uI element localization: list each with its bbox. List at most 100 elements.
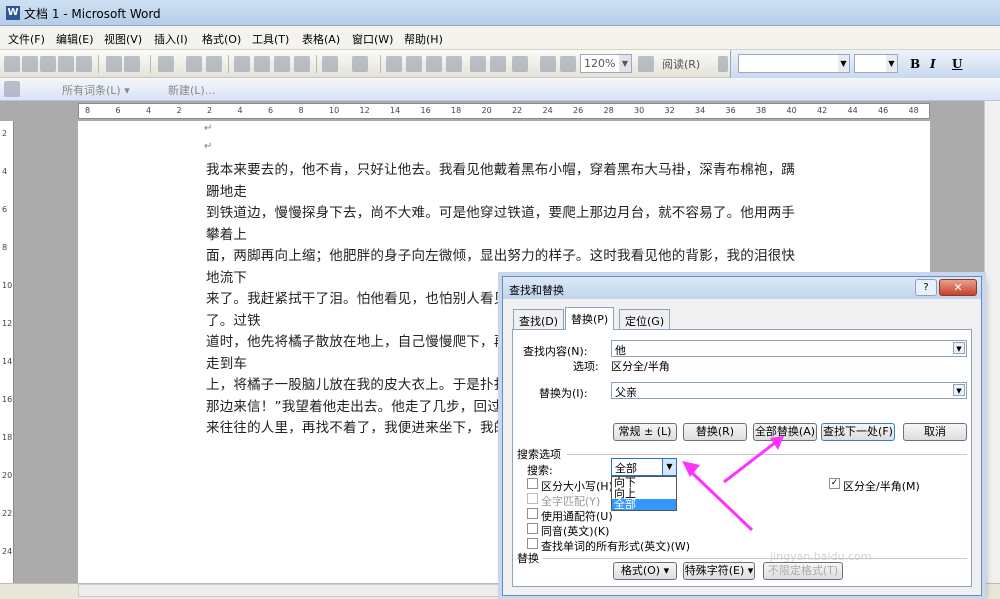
menu-table[interactable]: 表格(A) xyxy=(302,31,340,47)
italic-button[interactable]: I xyxy=(930,57,936,71)
less-button[interactable]: 常规 ± (L) xyxy=(613,423,677,441)
menu-tools[interactable]: 工具(T) xyxy=(252,31,289,47)
font-name-combo[interactable]: ▼ xyxy=(738,54,850,73)
document-map-icon[interactable] xyxy=(512,56,528,72)
tab-find[interactable]: 查找(D) xyxy=(513,309,565,329)
menu-window[interactable]: 窗口(W) xyxy=(352,31,393,47)
ruler-mark: 18 xyxy=(2,433,13,442)
save-icon[interactable] xyxy=(40,56,56,72)
ruler-mark: 12 xyxy=(2,319,13,328)
paragraph-mark-icon[interactable] xyxy=(560,56,576,72)
ruler-mark: 20 xyxy=(2,471,13,480)
help-icon[interactable]: ? xyxy=(915,279,937,296)
chevron-down-icon[interactable]: ▼ xyxy=(662,459,676,475)
hyperlink-icon[interactable] xyxy=(386,56,402,72)
horizontal-ruler[interactable]: 8 6 4 2 2 4 6 8 10 12 14 16 18 20 22 24 26 28 30 32 34 36 38 40… xyxy=(78,103,930,119)
close-icon[interactable]: ✕ xyxy=(939,279,977,296)
tables-borders-icon[interactable] xyxy=(406,56,422,72)
ruler-mark: 28 xyxy=(603,106,614,115)
print-icon[interactable] xyxy=(106,56,122,72)
all-word-forms-checkbox[interactable] xyxy=(527,538,538,549)
columns-icon[interactable] xyxy=(470,56,486,72)
chevron-down-icon[interactable]: ▼ xyxy=(953,384,965,396)
wildcards-label: 使用通配符(U) xyxy=(541,510,613,523)
replace-section-title: 替换 xyxy=(517,552,539,565)
tab-replace[interactable]: 替换(P) xyxy=(565,307,615,330)
menu-file[interactable]: 文件(F) xyxy=(8,31,45,47)
spelling-icon[interactable] xyxy=(158,56,174,72)
drawing-icon[interactable] xyxy=(490,56,506,72)
chevron-down-icon[interactable]: ▼ xyxy=(838,55,849,72)
open-icon[interactable] xyxy=(22,56,38,72)
format-button[interactable]: 格式(O) ▾ xyxy=(613,562,677,580)
menu-view[interactable]: 视图(V) xyxy=(104,31,142,47)
search-direction-combo[interactable]: 全部 ▼ xyxy=(611,458,677,476)
text-line: 到铁道边，慢慢探身下去，尚不大难。可是他穿过铁道，要爬上那边月台，就不容易了。他… xyxy=(206,205,796,243)
ruler-mark: 40 xyxy=(786,106,797,115)
permission-icon[interactable] xyxy=(58,56,74,72)
menu-insert[interactable]: 插入(I) xyxy=(154,31,188,47)
undo-icon[interactable] xyxy=(322,56,338,72)
special-button[interactable]: 特殊字符(E) ▾ xyxy=(683,562,755,580)
toolbar-separator xyxy=(150,55,151,73)
toolbar-separator xyxy=(316,55,317,73)
zoom-combo[interactable]: 120% ▼ xyxy=(580,54,632,73)
chevron-down-icon[interactable]: ▼ xyxy=(619,55,631,72)
zoom-value: 120% xyxy=(584,57,616,70)
font-size-combo[interactable]: ▼ xyxy=(854,54,898,73)
bold-button[interactable]: B xyxy=(910,57,920,71)
tab-goto[interactable]: 定位(G) xyxy=(619,309,671,329)
fullwidth-checkbox[interactable]: ✓ xyxy=(829,478,840,489)
email-icon[interactable] xyxy=(76,56,92,72)
find-next-button[interactable]: 查找下一处(F) xyxy=(821,423,895,441)
insert-table-icon[interactable] xyxy=(426,56,442,72)
copy-icon[interactable] xyxy=(254,56,270,72)
ruler-mark: 8 xyxy=(298,106,304,115)
whole-word-label: 全字匹配(Y) xyxy=(541,495,601,508)
paste-icon[interactable] xyxy=(274,56,290,72)
ruler-mark: 48 xyxy=(908,106,919,115)
read-button[interactable]: 阅读(R) xyxy=(662,56,700,72)
replace-input[interactable]: 父亲 ▼ xyxy=(611,382,967,399)
list-item[interactable]: 全部 xyxy=(612,499,676,510)
research-icon[interactable] xyxy=(186,56,202,72)
cancel-button[interactable]: 取消 xyxy=(903,423,967,441)
no-formatting-button: 不限定格式(T) xyxy=(763,562,843,580)
menu-help[interactable]: 帮助(H) xyxy=(404,31,443,47)
ruler-mark: 14 xyxy=(390,106,401,115)
dialog-title-bar[interactable]: 查找和替换 ? ✕ xyxy=(503,277,981,299)
research-icon[interactable] xyxy=(206,56,222,72)
ruler-mark: 38 xyxy=(756,106,767,115)
ruler-mark: 8 xyxy=(2,243,8,252)
text-line: 我本来要去的，他不肯，只好让他去。我看见他戴着黑布小帽，穿着黑布大马褂，深青布棉… xyxy=(206,162,796,200)
new-document-icon[interactable] xyxy=(4,56,20,72)
redo-icon[interactable] xyxy=(352,56,368,72)
chevron-down-icon[interactable]: ▼ xyxy=(953,342,965,354)
ruler-mark: 24 xyxy=(542,106,553,115)
ruler-mark: 4 xyxy=(146,106,152,115)
match-case-checkbox[interactable] xyxy=(527,478,538,489)
menu-edit[interactable]: 编辑(E) xyxy=(56,31,94,47)
search-direction-value: 全部 xyxy=(615,462,637,475)
wildcards-checkbox[interactable] xyxy=(527,508,538,519)
menu-format[interactable]: 格式(O) xyxy=(202,31,241,47)
search-label: 搜索: xyxy=(527,464,553,477)
ruler-mark: 6 xyxy=(268,106,274,115)
sounds-like-checkbox[interactable] xyxy=(527,523,538,534)
ruler-mark: 18 xyxy=(451,106,462,115)
vertical-scrollbar[interactable] xyxy=(984,101,1000,583)
ruler-mark: 2 xyxy=(207,106,213,115)
format-painter-icon[interactable] xyxy=(294,56,310,72)
review-display-combo[interactable]: 所有词条(L) ▾ xyxy=(62,82,130,98)
cut-icon[interactable] xyxy=(234,56,250,72)
help-icon[interactable] xyxy=(638,56,654,72)
reviewing-pane-icon[interactable] xyxy=(4,81,20,97)
toolbar-options-icon[interactable] xyxy=(718,56,728,72)
print-preview-icon[interactable] xyxy=(124,56,140,72)
find-input[interactable]: 他 ▼ xyxy=(611,340,967,357)
chevron-down-icon[interactable]: ▼ xyxy=(886,55,897,72)
show-hide-icon[interactable] xyxy=(540,56,556,72)
new-comment-button[interactable]: 新建(L)... xyxy=(168,82,215,98)
insert-excel-icon[interactable] xyxy=(446,56,462,72)
underline-button[interactable]: U xyxy=(952,57,962,71)
